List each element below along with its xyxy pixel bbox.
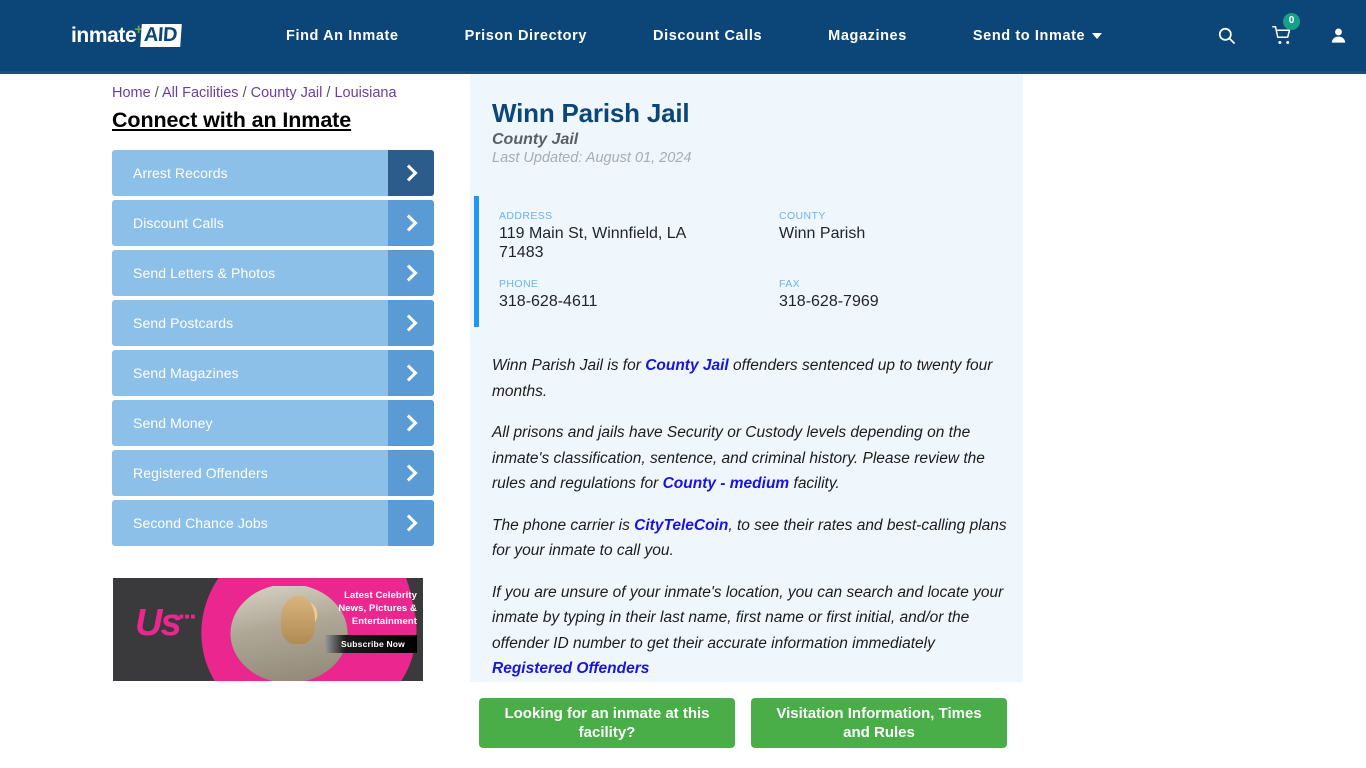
search-button[interactable] [1198, 0, 1254, 73]
p2-text-b: facility. [789, 475, 840, 492]
link-county-medium[interactable]: County - medium [663, 475, 790, 492]
logo-word: inmate [71, 23, 137, 47]
sidebar-item-label: Discount Calls [133, 215, 224, 231]
breadcrumb-separator: / [326, 85, 331, 101]
ad-text-line-2: News, Pictures & [338, 603, 417, 614]
info-label: PHONE [499, 278, 539, 290]
sidebar-item-label: Send Postcards [133, 315, 234, 331]
sidebar-item-send-money[interactable]: Send Money [112, 400, 434, 446]
ad-subscribe-button[interactable]: Subscribe Now [324, 635, 417, 653]
info-value: 119 Main St, Winnfield, LA 71483 [499, 225, 686, 261]
chevron-right-icon [388, 200, 434, 246]
cart-button[interactable]: 0 [1254, 0, 1310, 73]
sidebar-item-label: Send Money [133, 415, 213, 431]
sidebar-item-label: Second Chance Jobs [133, 515, 268, 531]
chevron-down-icon [1092, 32, 1103, 39]
sidebar-item-registered-offenders[interactable]: Registered Offenders [112, 450, 434, 496]
p3-text-a: The phone carrier is [492, 516, 635, 534]
nav-prison-directory[interactable]: Prison Directory [432, 28, 620, 44]
sidebar-item-discount-calls[interactable]: Discount Calls [112, 200, 434, 246]
sidebar-item-send-letters-photos[interactable]: Send Letters & Photos [112, 250, 434, 296]
ad-logo-dots: ■■■■ [173, 612, 197, 621]
chevron-right-icon [388, 500, 434, 546]
info-label: COUNTY [779, 210, 826, 222]
info-field-fax: FAX 318-628-7969 [779, 278, 1023, 311]
nav-discount-calls[interactable]: Discount Calls [620, 28, 795, 44]
nav-send-to-inmate-label: Send to Inmate [972, 27, 1086, 44]
description-paragraph-1: Winn Parish Jail is for County Jail offe… [492, 353, 1009, 404]
search-icon [1218, 27, 1235, 44]
link-citytelecoin[interactable]: CityTeleCoin [634, 517, 728, 534]
main-content: Winn Parish Jail County Jail Last Update… [470, 74, 1023, 748]
ad-copy-block: Latest Celebrity News, Pictures & Entert… [307, 589, 417, 653]
sidebar-item-second-chance-jobs[interactable]: Second Chance Jobs [112, 500, 434, 546]
description-paragraph-4: If you are unsure of your inmate's locat… [492, 580, 1009, 682]
chevron-right-icon [388, 450, 434, 496]
description-paragraph-2: All prisons and jails have Security or C… [492, 420, 1009, 497]
chevron-right-icon [388, 300, 434, 346]
logo-aid: AID [140, 24, 182, 47]
facility-card: Winn Parish Jail County Jail Last Update… [470, 74, 1023, 682]
link-registered-offenders[interactable]: Registered Offenders [492, 660, 649, 677]
breadcrumb-louisiana[interactable]: Louisiana [334, 85, 396, 101]
nav-magazines[interactable]: Magazines [795, 28, 940, 44]
facility-type: County Jail [492, 131, 579, 148]
breadcrumb: Home / All Facilities / County Jail / Lo… [112, 85, 397, 101]
site-header: inmate + AID Find An Inmate Prison Directo… [0, 0, 1366, 74]
info-label: FAX [779, 278, 801, 290]
sidebar-item-send-magazines[interactable]: Send Magazines [112, 350, 434, 396]
info-value: Winn Parish [779, 225, 866, 242]
ad-brand-logo: Us [135, 602, 182, 644]
sidebar-item-send-postcards[interactable]: Send Postcards [112, 300, 434, 346]
ad-text-line-3: Entertainment [351, 616, 417, 627]
main-navigation: Find An Inmate Prison Directory Discount… [253, 28, 1135, 44]
p1-text-a: Winn Parish Jail is for [492, 357, 646, 374]
account-button[interactable] [1310, 0, 1366, 73]
link-county-jail[interactable]: County Jail [645, 357, 729, 374]
sidebar-item-arrest-records[interactable]: Arrest Records [112, 150, 434, 196]
sidebar-title: Connect with an Inmate [112, 108, 352, 132]
last-updated: Last Updated: August 01, 2024 [492, 150, 692, 166]
sidebar-item-label: Registered Offenders [133, 465, 268, 481]
sidebar: Connect with an Inmate Arrest Records Di… [112, 108, 452, 748]
nav-find-an-inmate[interactable]: Find An Inmate [253, 28, 432, 44]
sidebar-item-label: Send Letters & Photos [133, 265, 276, 281]
nav-send-to-inmate[interactable]: Send to Inmate [940, 28, 1135, 44]
breadcrumb-county-jail[interactable]: County Jail [251, 85, 323, 101]
header-icon-group: 0 [1198, 0, 1366, 73]
info-value: 318-628-4611 [499, 293, 598, 310]
visitation-information-button[interactable]: Visitation Information, Times and Rules [751, 697, 1007, 748]
info-field-county: COUNTY Winn Parish [779, 210, 1023, 262]
looking-for-inmate-button[interactable]: Looking for an inmate at this facility? [479, 697, 735, 748]
page-title: Winn Parish Jail [492, 98, 690, 128]
site-logo[interactable]: inmate + AID [71, 21, 182, 50]
facility-description: Winn Parish Jail is for County Jail offe… [470, 353, 1023, 682]
cart-count-badge: 0 [1283, 12, 1300, 30]
chevron-right-icon [388, 150, 434, 196]
info-label: ADDRESS [499, 210, 553, 222]
info-field-address: ADDRESS 119 Main St, Winnfield, LA 71483 [499, 210, 779, 262]
ad-text-line-1: Latest Celebrity [344, 590, 417, 601]
chevron-right-icon [388, 350, 434, 396]
user-account-icon [1331, 28, 1345, 43]
breadcrumb-all-facilities[interactable]: All Facilities [162, 85, 239, 101]
breadcrumb-home[interactable]: Home [112, 85, 151, 101]
cta-button-row: Looking for an inmate at this facility? … [479, 697, 1023, 748]
breadcrumb-separator: / [154, 85, 159, 101]
p4-text-a: If you are unsure of your inmate's locat… [492, 583, 1004, 652]
chevron-right-icon [388, 400, 434, 446]
info-value: 318-628-7969 [779, 293, 879, 310]
advertisement-banner[interactable]: Us ■■■■ Latest Celebrity News, Pictures … [113, 578, 423, 681]
chevron-right-icon [388, 250, 434, 296]
breadcrumb-separator: / [242, 85, 247, 101]
page-body: Home / All Facilities / County Jail / Lo… [0, 74, 1366, 748]
info-field-phone: PHONE 318-628-4611 [499, 278, 779, 311]
facility-info-block: ADDRESS 119 Main St, Winnfield, LA 71483… [474, 196, 1023, 327]
description-paragraph-3: The phone carrier is CityTeleCoin, to se… [492, 513, 1009, 564]
sidebar-item-label: Send Magazines [133, 365, 239, 381]
sidebar-item-label: Arrest Records [133, 165, 228, 181]
